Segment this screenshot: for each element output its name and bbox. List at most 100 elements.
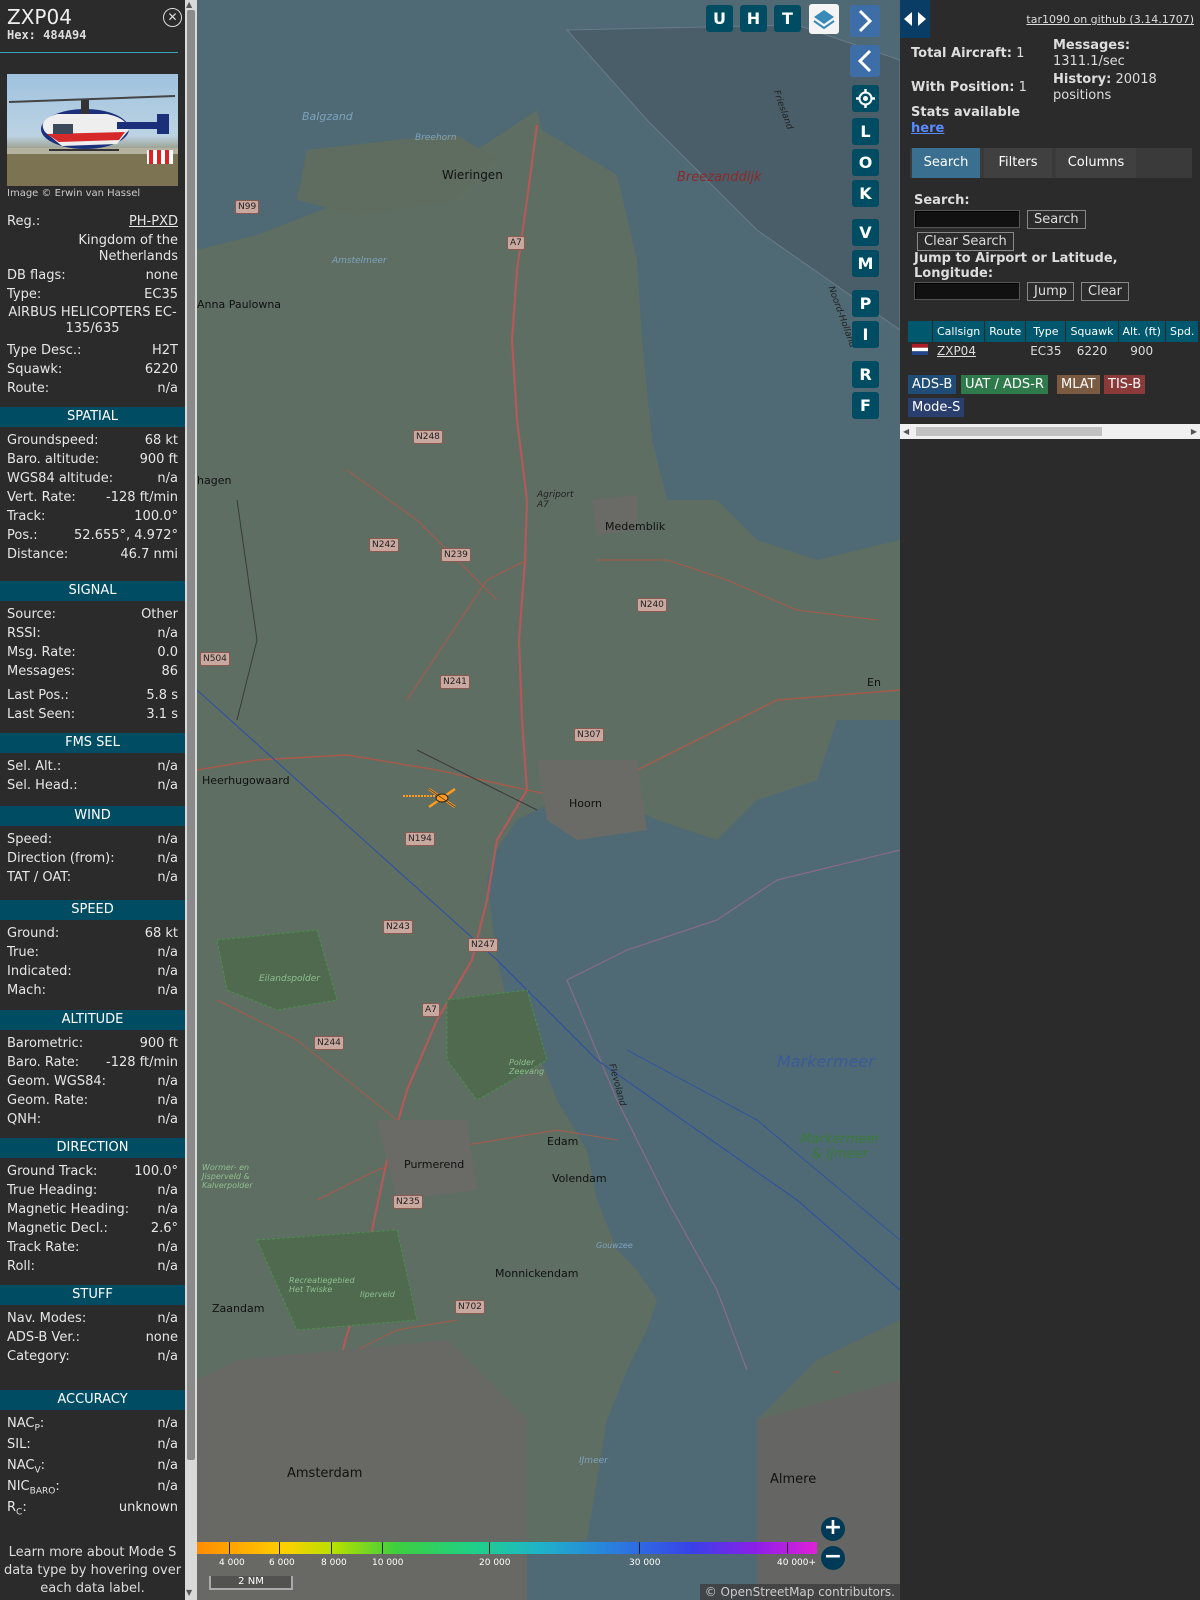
info-label[interactable]: Geom. Rate: bbox=[7, 1093, 88, 1109]
layers-icon[interactable] bbox=[809, 4, 839, 34]
button-v[interactable]: V bbox=[852, 219, 879, 246]
aircraft-callsign: ZXP04 bbox=[7, 5, 72, 29]
scrollbar-thumb[interactable] bbox=[916, 427, 1102, 436]
info-label[interactable]: Nav. Modes: bbox=[7, 1311, 86, 1327]
chevron-left-icon[interactable] bbox=[850, 45, 880, 77]
col-route[interactable]: Route bbox=[984, 321, 1027, 342]
info-label[interactable]: Track: bbox=[7, 509, 45, 525]
helicopter-icon[interactable] bbox=[427, 785, 457, 811]
info-label[interactable]: Msg. Rate: bbox=[7, 645, 76, 661]
info-label[interactable]: Ground Track: bbox=[7, 1164, 97, 1180]
zoom-out-button[interactable]: − bbox=[821, 1546, 845, 1570]
col-callsign[interactable]: Callsign bbox=[932, 321, 986, 342]
clear-button[interactable]: Clear bbox=[1081, 282, 1129, 301]
chevron-right-icon[interactable] bbox=[850, 5, 880, 37]
info-label[interactable]: Vert. Rate: bbox=[7, 490, 76, 506]
info-label[interactable]: Pos.: bbox=[7, 528, 38, 544]
scroll-left-arrow[interactable]: ◀ bbox=[903, 424, 909, 439]
info-label[interactable]: Category: bbox=[7, 1349, 70, 1365]
table-horizontal-scrollbar[interactable]: ◀ ▶ bbox=[900, 424, 1200, 439]
col-squawk[interactable]: Squawk bbox=[1065, 321, 1119, 342]
close-icon[interactable]: ✕ bbox=[163, 8, 182, 27]
source-mlat[interactable]: MLAT bbox=[1057, 375, 1100, 394]
source-tisb[interactable]: TIS-B bbox=[1104, 375, 1146, 394]
search-input[interactable] bbox=[914, 210, 1020, 228]
source-modes[interactable]: Mode-S bbox=[908, 398, 965, 417]
button-p[interactable]: P bbox=[852, 290, 879, 317]
info-label[interactable]: Source: bbox=[7, 607, 56, 623]
button-t[interactable]: T bbox=[774, 5, 801, 32]
info-label[interactable]: SIL: bbox=[7, 1437, 31, 1453]
scroll-up-arrow[interactable]: ▲ bbox=[186, 0, 192, 10]
info-label[interactable]: Magnetic Decl.: bbox=[7, 1221, 108, 1237]
info-label[interactable]: Track Rate: bbox=[7, 1240, 79, 1256]
info-label[interactable]: Magnetic Heading: bbox=[7, 1202, 129, 1218]
search-button[interactable]: Search bbox=[1027, 210, 1086, 229]
button-u[interactable]: U bbox=[706, 5, 733, 32]
tab-search[interactable]: Search bbox=[912, 148, 980, 178]
info-label[interactable]: Sel. Alt.: bbox=[7, 759, 61, 775]
scroll-down-arrow[interactable]: ▼ bbox=[186, 1588, 192, 1598]
tab-filters[interactable]: Filters bbox=[984, 148, 1052, 178]
col-type[interactable]: Type bbox=[1025, 321, 1067, 342]
info-label[interactable]: NAC bbox=[7, 1458, 34, 1473]
expand-collapse-icon[interactable] bbox=[900, 0, 930, 38]
info-label[interactable]: WGS84 altitude: bbox=[7, 471, 113, 487]
info-label[interactable]: ADS-B Ver.: bbox=[7, 1330, 80, 1346]
stats-link[interactable]: here bbox=[911, 121, 944, 137]
scroll-right-arrow[interactable]: ▶ bbox=[1191, 424, 1197, 439]
scrollbar-thumb[interactable] bbox=[187, 10, 195, 1460]
source-uat[interactable]: UAT / ADS-R bbox=[961, 375, 1048, 394]
info-label[interactable]: Baro. altitude: bbox=[7, 452, 99, 468]
button-m[interactable]: M bbox=[852, 250, 879, 277]
info-label[interactable]: NAC bbox=[7, 1416, 34, 1431]
info-label[interactable]: Barometric: bbox=[7, 1036, 83, 1052]
info-label[interactable]: TAT / OAT: bbox=[7, 870, 71, 886]
left-panel-scrollbar[interactable]: ▲ ▼ bbox=[185, 0, 197, 1600]
button-f[interactable]: F bbox=[852, 392, 879, 419]
info-label[interactable]: Sel. Head.: bbox=[7, 778, 78, 794]
zoom-in-button[interactable]: + bbox=[821, 1517, 845, 1541]
info-label[interactable]: Last Pos.: bbox=[7, 688, 69, 704]
gear-icon[interactable] bbox=[852, 85, 879, 112]
info-label[interactable]: Indicated: bbox=[7, 964, 72, 980]
info-label[interactable]: Direction (from): bbox=[7, 851, 115, 867]
button-o[interactable]: O bbox=[852, 149, 879, 176]
source-adsb[interactable]: ADS-B bbox=[908, 375, 957, 394]
info-label[interactable]: Baro. Rate: bbox=[7, 1055, 79, 1071]
map-attribution[interactable]: © OpenStreetMap contributors. bbox=[699, 1584, 900, 1600]
info-label[interactable]: QNH: bbox=[7, 1112, 41, 1128]
info-label[interactable]: True Heading: bbox=[7, 1183, 97, 1199]
map-view[interactable]: Balgzand Breehorn Wieringen Breezanddijk… bbox=[197, 0, 900, 1600]
info-label[interactable]: RSSI: bbox=[7, 626, 41, 642]
table-row[interactable]: ZXP04 EC35 6220 900 bbox=[908, 342, 1200, 359]
row-callsign[interactable]: ZXP04 bbox=[932, 342, 986, 359]
button-r[interactable]: R bbox=[852, 361, 879, 388]
button-i[interactable]: I bbox=[852, 321, 879, 348]
aircraft-photo[interactable] bbox=[7, 74, 178, 186]
jump-button[interactable]: Jump bbox=[1027, 282, 1074, 301]
jump-input[interactable] bbox=[914, 282, 1020, 300]
clear-search-button[interactable]: Clear Search bbox=[917, 232, 1014, 251]
info-label[interactable]: NIC bbox=[7, 1479, 30, 1494]
info-label[interactable]: Last Seen: bbox=[7, 707, 75, 723]
info-label[interactable]: Geom. WGS84: bbox=[7, 1074, 106, 1090]
info-label[interactable]: Distance: bbox=[7, 547, 68, 563]
reg-link[interactable]: PH-PXD bbox=[129, 214, 178, 230]
button-k[interactable]: K bbox=[852, 180, 879, 207]
info-label[interactable]: True: bbox=[7, 945, 39, 961]
info-label[interactable]: Groundspeed: bbox=[7, 433, 98, 449]
info-label[interactable]: Messages: bbox=[7, 664, 75, 680]
info-label[interactable]: Roll: bbox=[7, 1259, 35, 1275]
col-alt[interactable]: Alt. (ft) bbox=[1118, 321, 1166, 342]
info-label[interactable]: R bbox=[7, 1500, 16, 1515]
tab-columns[interactable]: Columns bbox=[1056, 148, 1136, 178]
button-h[interactable]: H bbox=[740, 5, 767, 32]
info-label[interactable]: Speed: bbox=[7, 832, 52, 848]
info-label[interactable]: Ground: bbox=[7, 926, 59, 942]
github-link[interactable]: tar1090 on github (3.14.1707) bbox=[1026, 13, 1194, 26]
aircraft-list-panel: tar1090 on github (3.14.1707) Total Airc… bbox=[900, 0, 1200, 1600]
button-l[interactable]: L bbox=[852, 118, 879, 145]
info-label[interactable]: Mach: bbox=[7, 983, 46, 999]
col-spd[interactable]: Spd. bbox=[1165, 321, 1200, 342]
